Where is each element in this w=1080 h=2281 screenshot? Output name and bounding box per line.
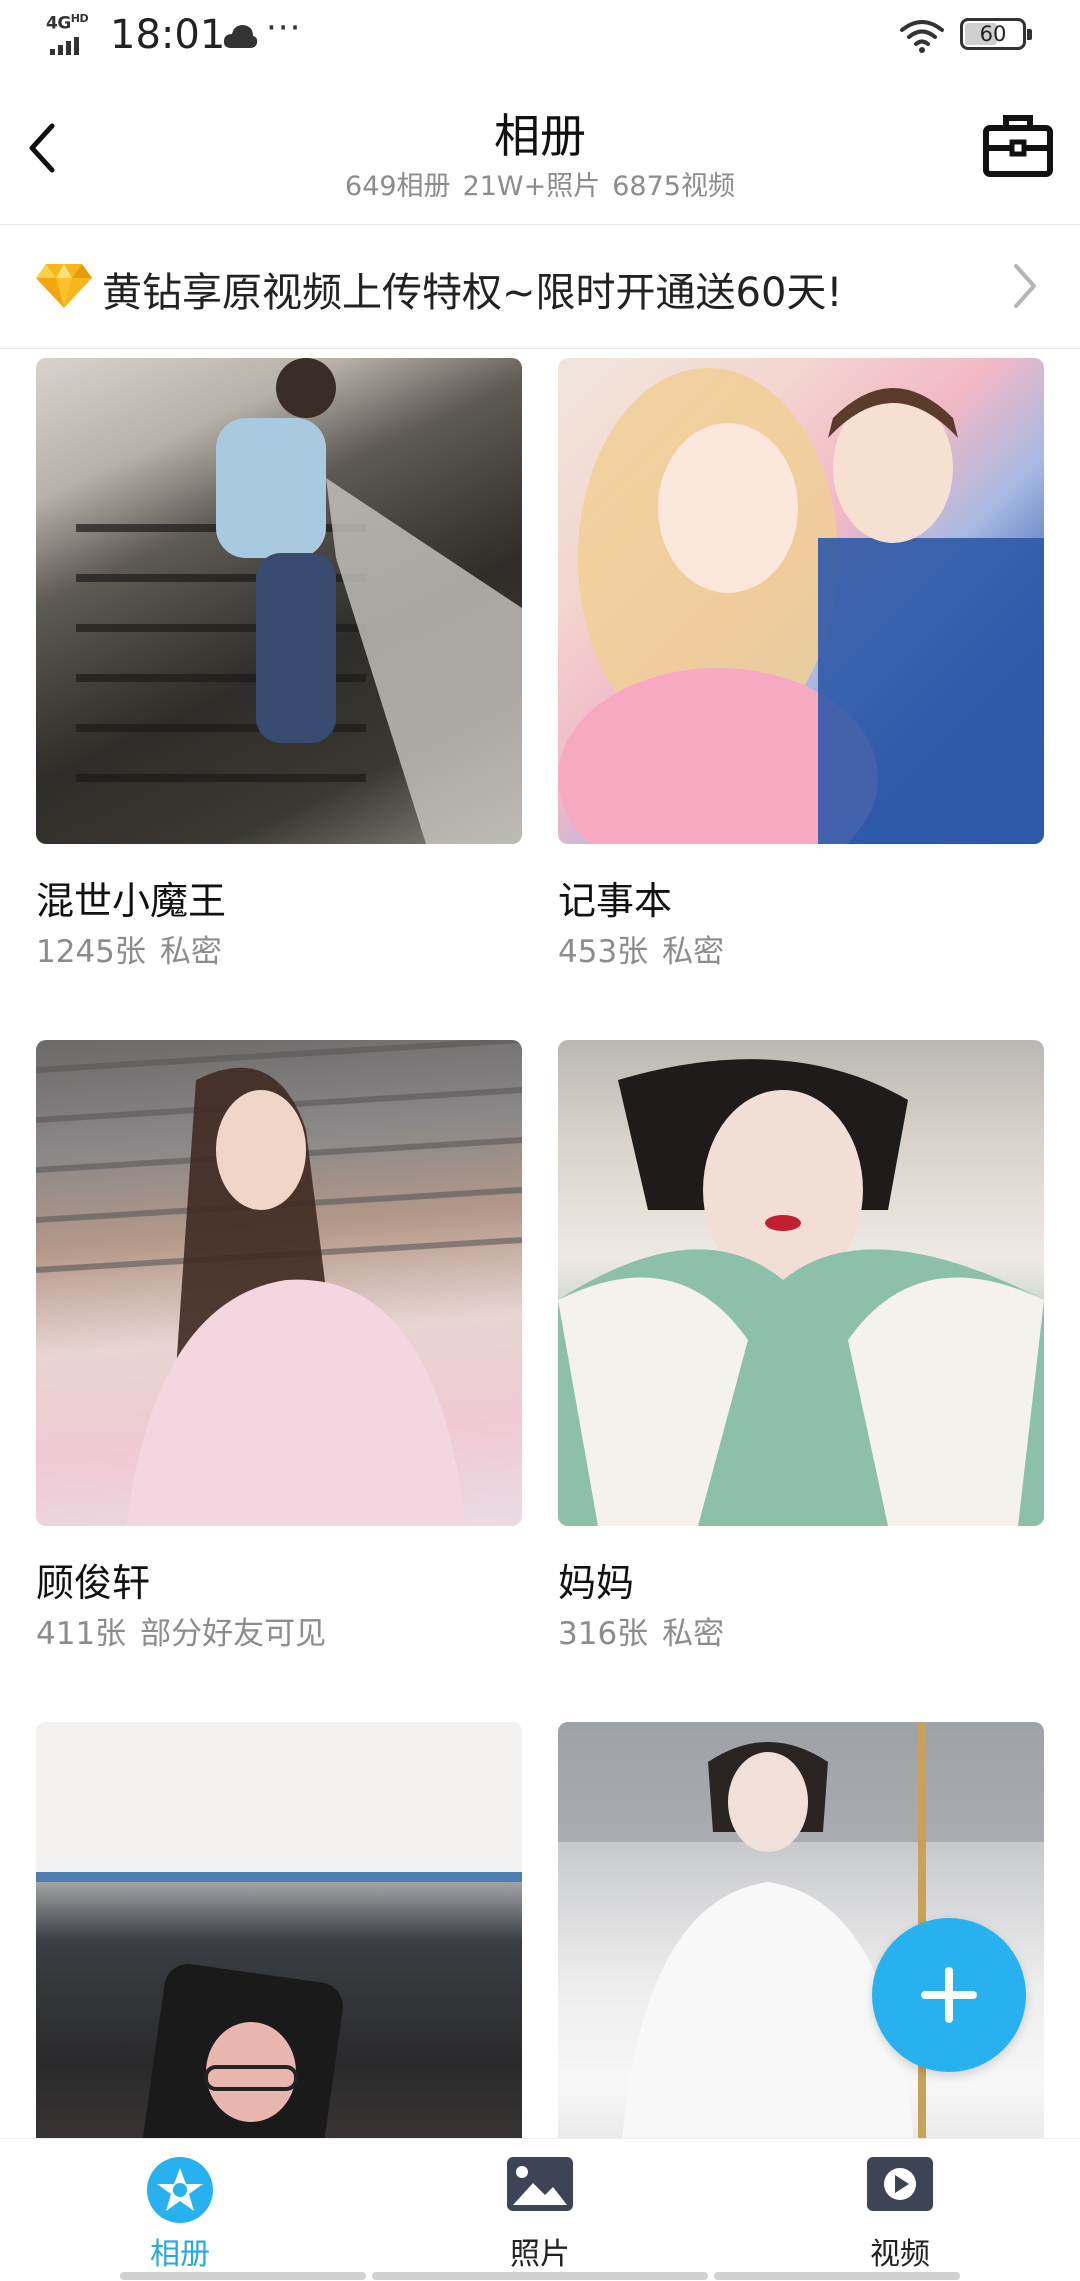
- album-name: 混世小魔王: [36, 879, 227, 923]
- album-card[interactable]: 妈妈 316张 私密: [558, 1030, 1044, 1670]
- photo-icon: [507, 2157, 573, 2211]
- photo-count: 21W+照片: [462, 171, 601, 202]
- system-nav-bar: [714, 2272, 960, 2280]
- tab-videos[interactable]: 视频: [800, 2139, 1000, 2281]
- album-count: 411张: [36, 1616, 127, 1652]
- album-icon: [147, 2157, 213, 2223]
- album-count: 453张: [558, 934, 649, 970]
- battery-icon: 60: [960, 18, 1032, 50]
- album-name: 记事本: [558, 879, 673, 923]
- album-cover[interactable]: [36, 1722, 522, 2138]
- vip-promo-banner[interactable]: 黄钻享原视频上传特权~限时开通送60天!: [0, 224, 1080, 349]
- video-icon: [867, 2157, 933, 2211]
- app-header: 相册 649相册 21W+照片 6875视频: [0, 72, 1080, 225]
- album-privacy: 私密: [662, 934, 725, 970]
- album-cover[interactable]: [558, 358, 1044, 844]
- album-name: 妈妈: [558, 1561, 635, 1605]
- tab-videos-label: 视频: [870, 2237, 930, 2272]
- tab-albums[interactable]: 相册: [80, 2139, 280, 2281]
- system-nav-bar: [120, 2272, 366, 2280]
- album-name: 顾俊轩: [36, 1561, 151, 1605]
- album-privacy: 部分好友可见: [140, 1616, 327, 1652]
- album-meta: 1245张 私密: [36, 926, 222, 971]
- network-hd: HD: [70, 12, 89, 25]
- more-notifications: ···: [266, 8, 302, 48]
- album-privacy: 私密: [159, 934, 222, 970]
- yellow-diamond-icon: [36, 264, 92, 308]
- wifi-icon: [900, 20, 944, 53]
- album-meta: 411张 部分好友可见: [36, 1608, 326, 1653]
- album-card[interactable]: 记事本 453张 私密: [558, 348, 1044, 988]
- album-card[interactable]: [36, 1712, 522, 2138]
- album-count: 1245张: [36, 934, 146, 970]
- network-type: 4G: [46, 13, 71, 34]
- tab-albums-label: 相册: [150, 2237, 210, 2272]
- album-stats: 649相册 21W+照片 6875视频: [0, 164, 1080, 203]
- album-count: 316张: [558, 1616, 649, 1652]
- status-bar: 4GHD 18:01 ··· 60: [0, 0, 1080, 72]
- system-nav-bar: [372, 2272, 708, 2280]
- page-title: 相册: [494, 109, 586, 163]
- tab-photos[interactable]: 照片: [440, 2139, 640, 2281]
- chevron-right-icon: [1014, 264, 1036, 308]
- album-card[interactable]: 混世小魔王 1245张 私密: [36, 348, 522, 988]
- bottom-nav: 相册 照片 视频: [0, 2138, 1080, 2281]
- clock: 18:01: [110, 12, 226, 58]
- album-cover[interactable]: [558, 1040, 1044, 1526]
- add-album-button[interactable]: [872, 1918, 1026, 2072]
- toolbox-icon[interactable]: [982, 108, 1054, 180]
- tab-photos-label: 照片: [510, 2237, 570, 2272]
- video-count: 6875视频: [612, 171, 735, 202]
- album-cover[interactable]: [36, 358, 522, 844]
- cellular-signal-icon: 4GHD: [46, 12, 104, 58]
- album-meta: 316张 私密: [558, 1608, 724, 1653]
- album-cover[interactable]: [36, 1040, 522, 1526]
- album-meta: 453张 私密: [558, 926, 724, 971]
- album-grid: 混世小魔王 1245张 私密 记事本 453张 私密 顾俊轩 411张 部分好友…: [0, 348, 1080, 2138]
- weather-cloud-icon: [223, 25, 258, 48]
- battery-level: 60: [979, 22, 1007, 46]
- album-count: 649相册: [345, 171, 451, 202]
- promo-text: 黄钻享原视频上传特权~限时开通送60天!: [102, 270, 843, 316]
- album-privacy: 私密: [662, 1616, 725, 1652]
- album-card[interactable]: 顾俊轩 411张 部分好友可见: [36, 1030, 522, 1670]
